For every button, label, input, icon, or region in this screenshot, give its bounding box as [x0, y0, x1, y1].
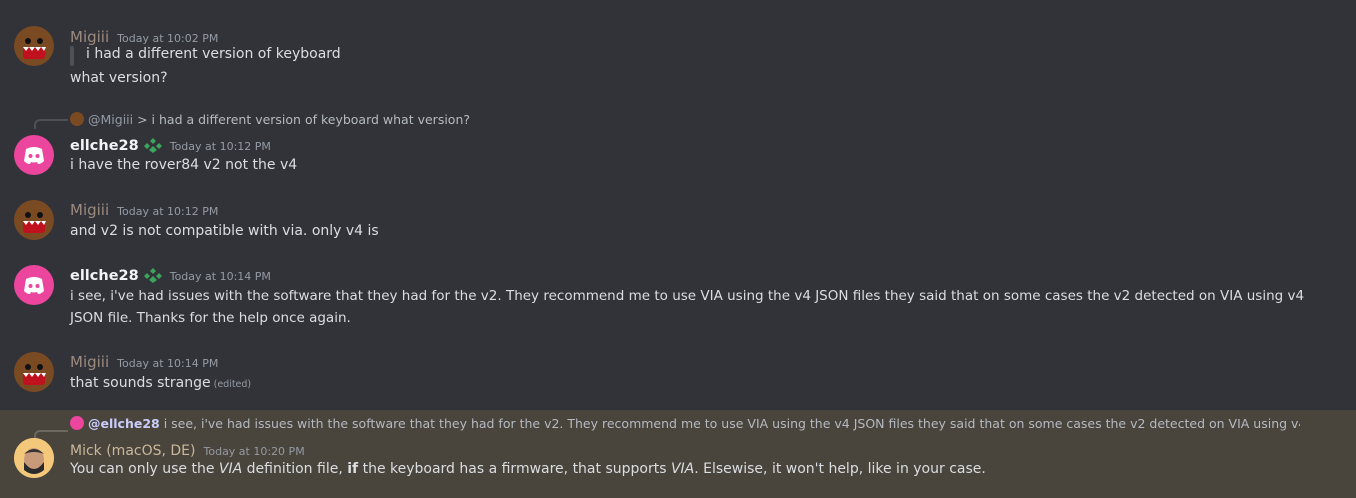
text-italic: VIA — [218, 461, 243, 477]
timestamp: Today at 10:14 PM — [169, 270, 271, 283]
domo-icon — [14, 352, 54, 392]
text-segment: the keyboard has a firmware, that suppor… — [358, 461, 671, 477]
author-name[interactable]: ellche28 — [70, 268, 139, 284]
text-bold: if — [347, 461, 359, 477]
timestamp: Today at 10:20 PM — [203, 445, 305, 458]
author-name[interactable]: Migiii — [70, 201, 109, 219]
avatar-migiii[interactable] — [14, 26, 54, 66]
text-italic: VIA — [670, 461, 695, 477]
reply-mention[interactable]: @ellche28 — [88, 416, 160, 431]
mini-avatar-icon — [70, 112, 84, 126]
avatar-mick[interactable] — [14, 438, 54, 478]
text-segment: . Elsewise, it won't help, like in your … — [694, 461, 986, 477]
reply-preview[interactable]: @Migiii > i had a different version of k… — [70, 112, 470, 127]
timestamp: Today at 10:02 PM — [117, 32, 219, 45]
message-text: and v2 is not compatible with via. only … — [70, 223, 379, 239]
message-text-line: JSON file. Thanks for the help once agai… — [70, 310, 351, 326]
domo-icon — [14, 26, 54, 66]
reply-text: > i had a different version of keyboard … — [137, 112, 471, 127]
message-body: that sounds strange — [70, 375, 211, 391]
avatar-ellche28[interactable] — [14, 135, 54, 175]
avatar-migiii[interactable] — [14, 200, 54, 240]
user-photo-icon — [14, 438, 54, 478]
author-name[interactable]: ellche28 — [70, 138, 139, 154]
edited-label: (edited) — [213, 379, 252, 390]
timestamp: Today at 10:14 PM — [117, 357, 219, 370]
discord-logo-icon — [24, 277, 44, 294]
author-name[interactable]: Mick (macOS, DE) — [70, 443, 196, 459]
timestamp: Today at 10:12 PM — [169, 140, 271, 153]
text-segment: You can only use the — [70, 461, 219, 477]
message-text: You can only use the VIA definition file… — [70, 458, 986, 480]
reply-mention[interactable]: @Migiii — [88, 112, 133, 127]
avatar-migiii[interactable] — [14, 352, 54, 392]
discord-logo-icon — [24, 147, 44, 164]
mini-avatar-icon — [70, 416, 84, 430]
clan-badge-icon[interactable] — [143, 267, 162, 287]
author-name[interactable]: Migiii — [70, 28, 109, 46]
message-text-line: i see, i've had issues with the software… — [70, 288, 1305, 304]
avatar-ellche28[interactable] — [14, 265, 54, 305]
reply-text: i see, i've had issues with the software… — [163, 416, 1300, 431]
message-text: that sounds strange (edited) — [70, 372, 251, 396]
quote-text: i had a different version of keyboard — [86, 46, 341, 62]
message-text: i have the rover84 v2 not the v4 — [70, 157, 298, 173]
text-segment: definition file, — [242, 461, 348, 477]
timestamp: Today at 10:12 PM — [117, 205, 219, 218]
author-name[interactable]: Migiii — [70, 353, 109, 371]
domo-icon — [14, 200, 54, 240]
reply-preview[interactable]: @ellche28 i see, i've had issues with th… — [70, 416, 1300, 431]
message-text: what version? — [70, 70, 168, 86]
